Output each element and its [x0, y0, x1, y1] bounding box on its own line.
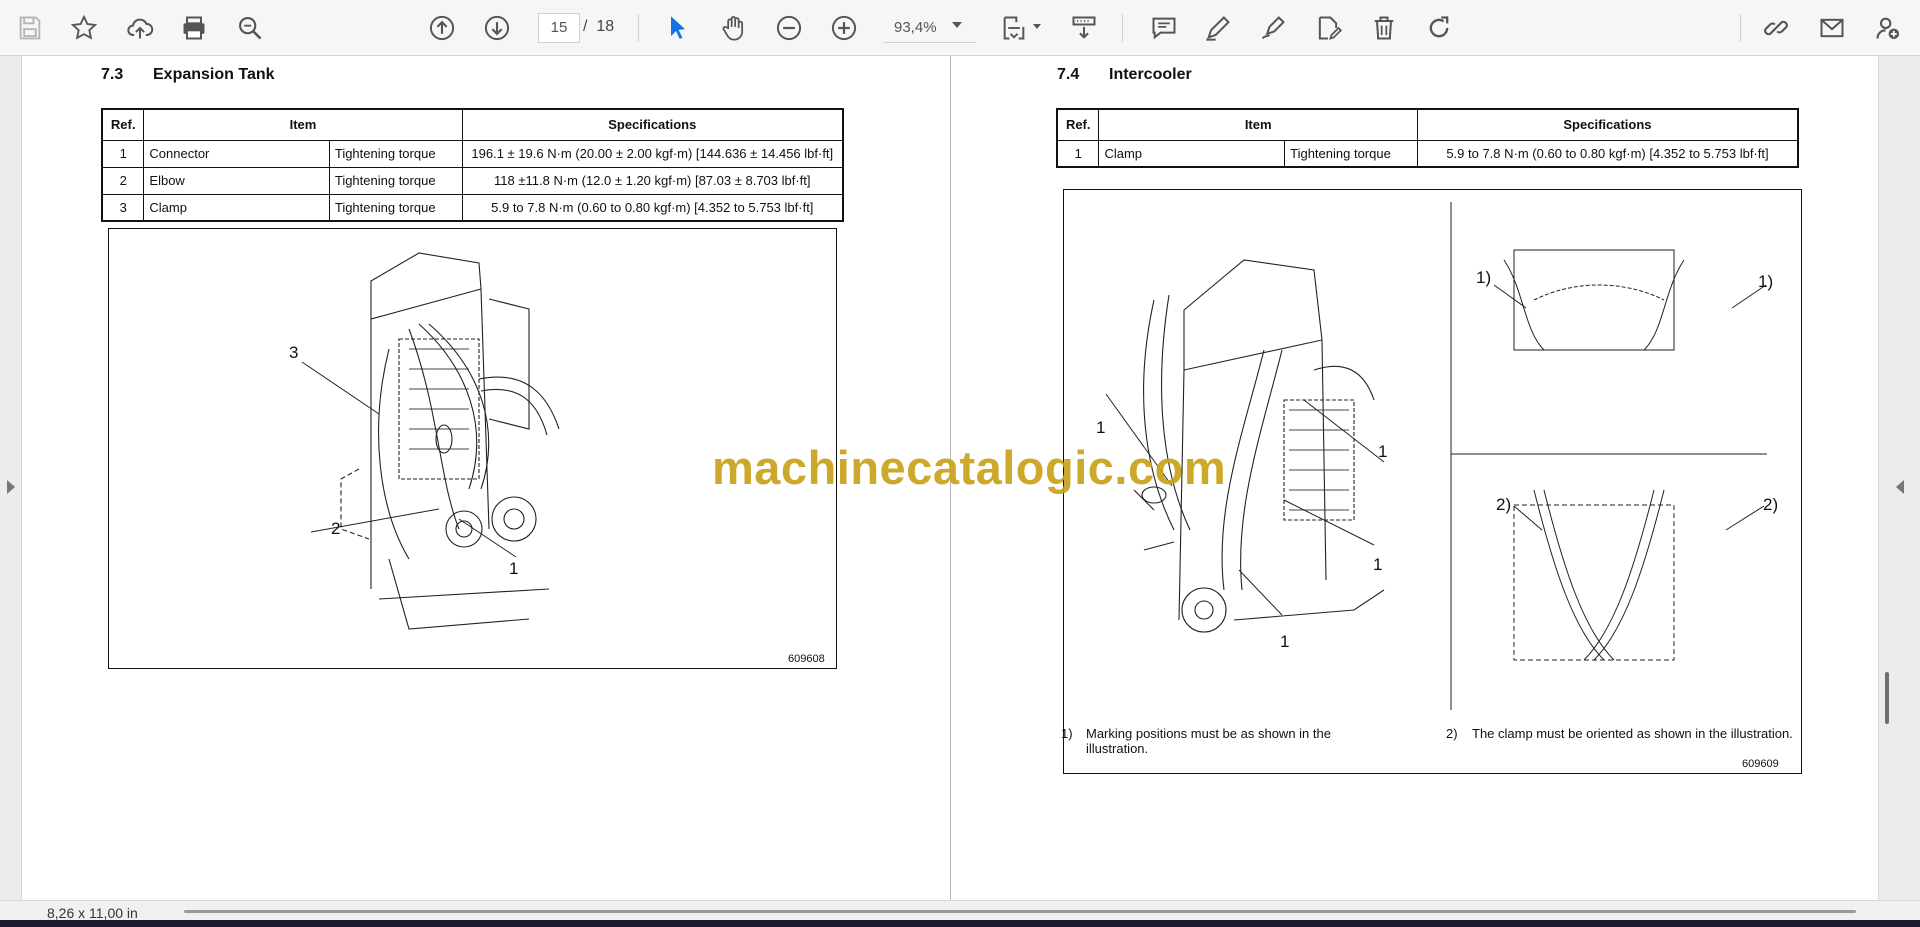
add-user-icon[interactable]: [1870, 10, 1906, 46]
figure-callout: 2): [1496, 495, 1512, 514]
horizontal-scrollbar[interactable]: [184, 910, 1856, 913]
table-cell-ref: 3: [101, 193, 145, 222]
spec-table-expansion-tank: Ref. Item Specifications 1 Connector Tig…: [101, 108, 844, 222]
column-header: Specifications: [461, 108, 844, 141]
highlight-pen-icon[interactable]: [1200, 10, 1236, 46]
column-header: Specifications: [1416, 108, 1799, 141]
note-text: The clamp must be oriented as shown in t…: [1472, 726, 1793, 741]
bookmark-star-icon[interactable]: [66, 10, 102, 46]
figure-callout: 2): [1763, 495, 1779, 514]
section-number: 7.4: [1057, 66, 1080, 83]
figure-callout: 3: [289, 343, 299, 362]
table-cell-item: Connector: [143, 139, 330, 168]
table-cell-type: Tightening torque: [1284, 139, 1418, 168]
table-cell-spec: 118 ±11.8 N·m (12.0 ± 1.20 kgf·m) [87.03…: [461, 166, 844, 195]
page-down-icon[interactable]: [479, 10, 515, 46]
figure-callout: 1): [1476, 268, 1492, 287]
figure-callout: 1: [1373, 555, 1383, 574]
table-row: 3 Clamp Tightening torque 5.9 to 7.8 N·m…: [101, 193, 844, 222]
edit-document-icon[interactable]: [1310, 10, 1346, 46]
section-heading-7-3: 7.3 Expansion Tank: [101, 66, 275, 84]
figure-id: 609609: [1742, 758, 1779, 770]
print-icon[interactable]: [176, 10, 212, 46]
table-row: 2 Elbow Tightening torque 118 ±11.8 N·m …: [101, 166, 844, 195]
column-header: Ref.: [1056, 108, 1100, 141]
expand-left-panel-icon[interactable]: [7, 480, 15, 494]
note-number: 1): [1061, 726, 1073, 741]
figure-callout: 1: [1378, 442, 1388, 461]
scan-icon[interactable]: [1066, 10, 1102, 46]
spec-table-intercooler: Ref. Item Specifications 1 Clamp Tighten…: [1056, 108, 1799, 168]
left-panel-rail: [0, 56, 22, 900]
table-cell-item: Clamp: [1098, 139, 1286, 168]
toolbar-divider: [1740, 14, 1741, 42]
table-header-row: Ref. Item Specifications: [101, 108, 844, 141]
rotate-icon[interactable]: [1421, 10, 1457, 46]
figure-callout: 1: [509, 559, 519, 578]
figure-callout: 2: [331, 519, 341, 538]
chevron-down-icon[interactable]: [1033, 24, 1041, 29]
column-header: Item: [143, 108, 463, 141]
page-separator: /: [583, 18, 588, 35]
figure-callout: 1): [1758, 272, 1774, 291]
figure-id: 609608: [788, 653, 825, 665]
page-up-icon[interactable]: [424, 10, 460, 46]
page-size-label: 8,26 x 11,00 in: [47, 905, 138, 921]
zoom-level-input[interactable]: 93,4%: [884, 13, 976, 43]
hand-tool-icon[interactable]: [716, 10, 752, 46]
table-cell-item: Clamp: [143, 193, 330, 222]
page-total: / 18: [583, 18, 614, 36]
column-header: Ref.: [101, 108, 145, 141]
table-cell-ref: 1: [101, 139, 145, 168]
zoom-search-icon[interactable]: [232, 10, 268, 46]
chevron-down-icon[interactable]: [952, 22, 962, 28]
toolbar-divider: [638, 14, 639, 42]
right-panel-rail: [1878, 56, 1920, 900]
column-header: Item: [1098, 108, 1418, 141]
figure-callout: 1: [1280, 632, 1290, 651]
sign-pen-icon[interactable]: [1255, 10, 1291, 46]
table-cell-spec: 5.9 to 7.8 N·m (0.60 to 0.80 kgf·m) [4.3…: [1416, 139, 1799, 168]
table-cell-ref: 2: [101, 166, 145, 195]
section-title: Expansion Tank: [153, 66, 275, 83]
table-cell-spec: 5.9 to 7.8 N·m (0.60 to 0.80 kgf·m) [4.3…: [461, 193, 844, 222]
expand-right-panel-icon[interactable]: [1896, 480, 1904, 494]
select-cursor-icon[interactable]: [660, 10, 696, 46]
page-total-count: 18: [596, 18, 615, 35]
table-cell-type: Tightening torque: [328, 166, 463, 195]
figure-callout: 1: [1096, 418, 1106, 437]
delete-icon[interactable]: [1366, 10, 1402, 46]
table-cell-type: Tightening torque: [328, 139, 463, 168]
section-heading-7-4: 7.4 Intercooler: [1057, 66, 1192, 84]
table-cell-item: Elbow: [143, 166, 330, 195]
save-icon[interactable]: [12, 10, 48, 46]
table-cell-type: Tightening torque: [328, 193, 463, 222]
zoom-in-icon[interactable]: [826, 10, 862, 46]
taskbar-edge: [0, 920, 1920, 927]
zoom-out-icon[interactable]: [771, 10, 807, 46]
section-title: Intercooler: [1109, 66, 1192, 83]
upload-cloud-icon[interactable]: [122, 10, 158, 46]
watermark: machinecatalogic.com: [712, 441, 1227, 494]
section-number: 7.3: [101, 66, 124, 83]
email-icon[interactable]: [1814, 10, 1850, 46]
toolbar-divider: [1122, 14, 1123, 42]
note-number: 2): [1446, 726, 1458, 741]
vertical-scrollbar[interactable]: [1885, 672, 1889, 724]
table-cell-spec: 196.1 ± 19.6 N·m (20.00 ± 2.00 kgf·m) [1…: [461, 139, 844, 168]
page-number-input[interactable]: 15: [538, 13, 580, 43]
table-cell-ref: 1: [1056, 139, 1100, 168]
page-fit-icon[interactable]: [996, 10, 1032, 46]
note-text: Marking positions must be as shown in th…: [1086, 726, 1331, 756]
table-row: 1 Connector Tightening torque 196.1 ± 19…: [101, 139, 844, 168]
toolbar: 15 / 18 93,4%: [0, 0, 1920, 56]
table-row: 1 Clamp Tightening torque 5.9 to 7.8 N·m…: [1056, 139, 1799, 168]
table-header-row: Ref. Item Specifications: [1056, 108, 1799, 141]
share-link-icon[interactable]: [1758, 10, 1794, 46]
comment-icon[interactable]: [1146, 10, 1182, 46]
